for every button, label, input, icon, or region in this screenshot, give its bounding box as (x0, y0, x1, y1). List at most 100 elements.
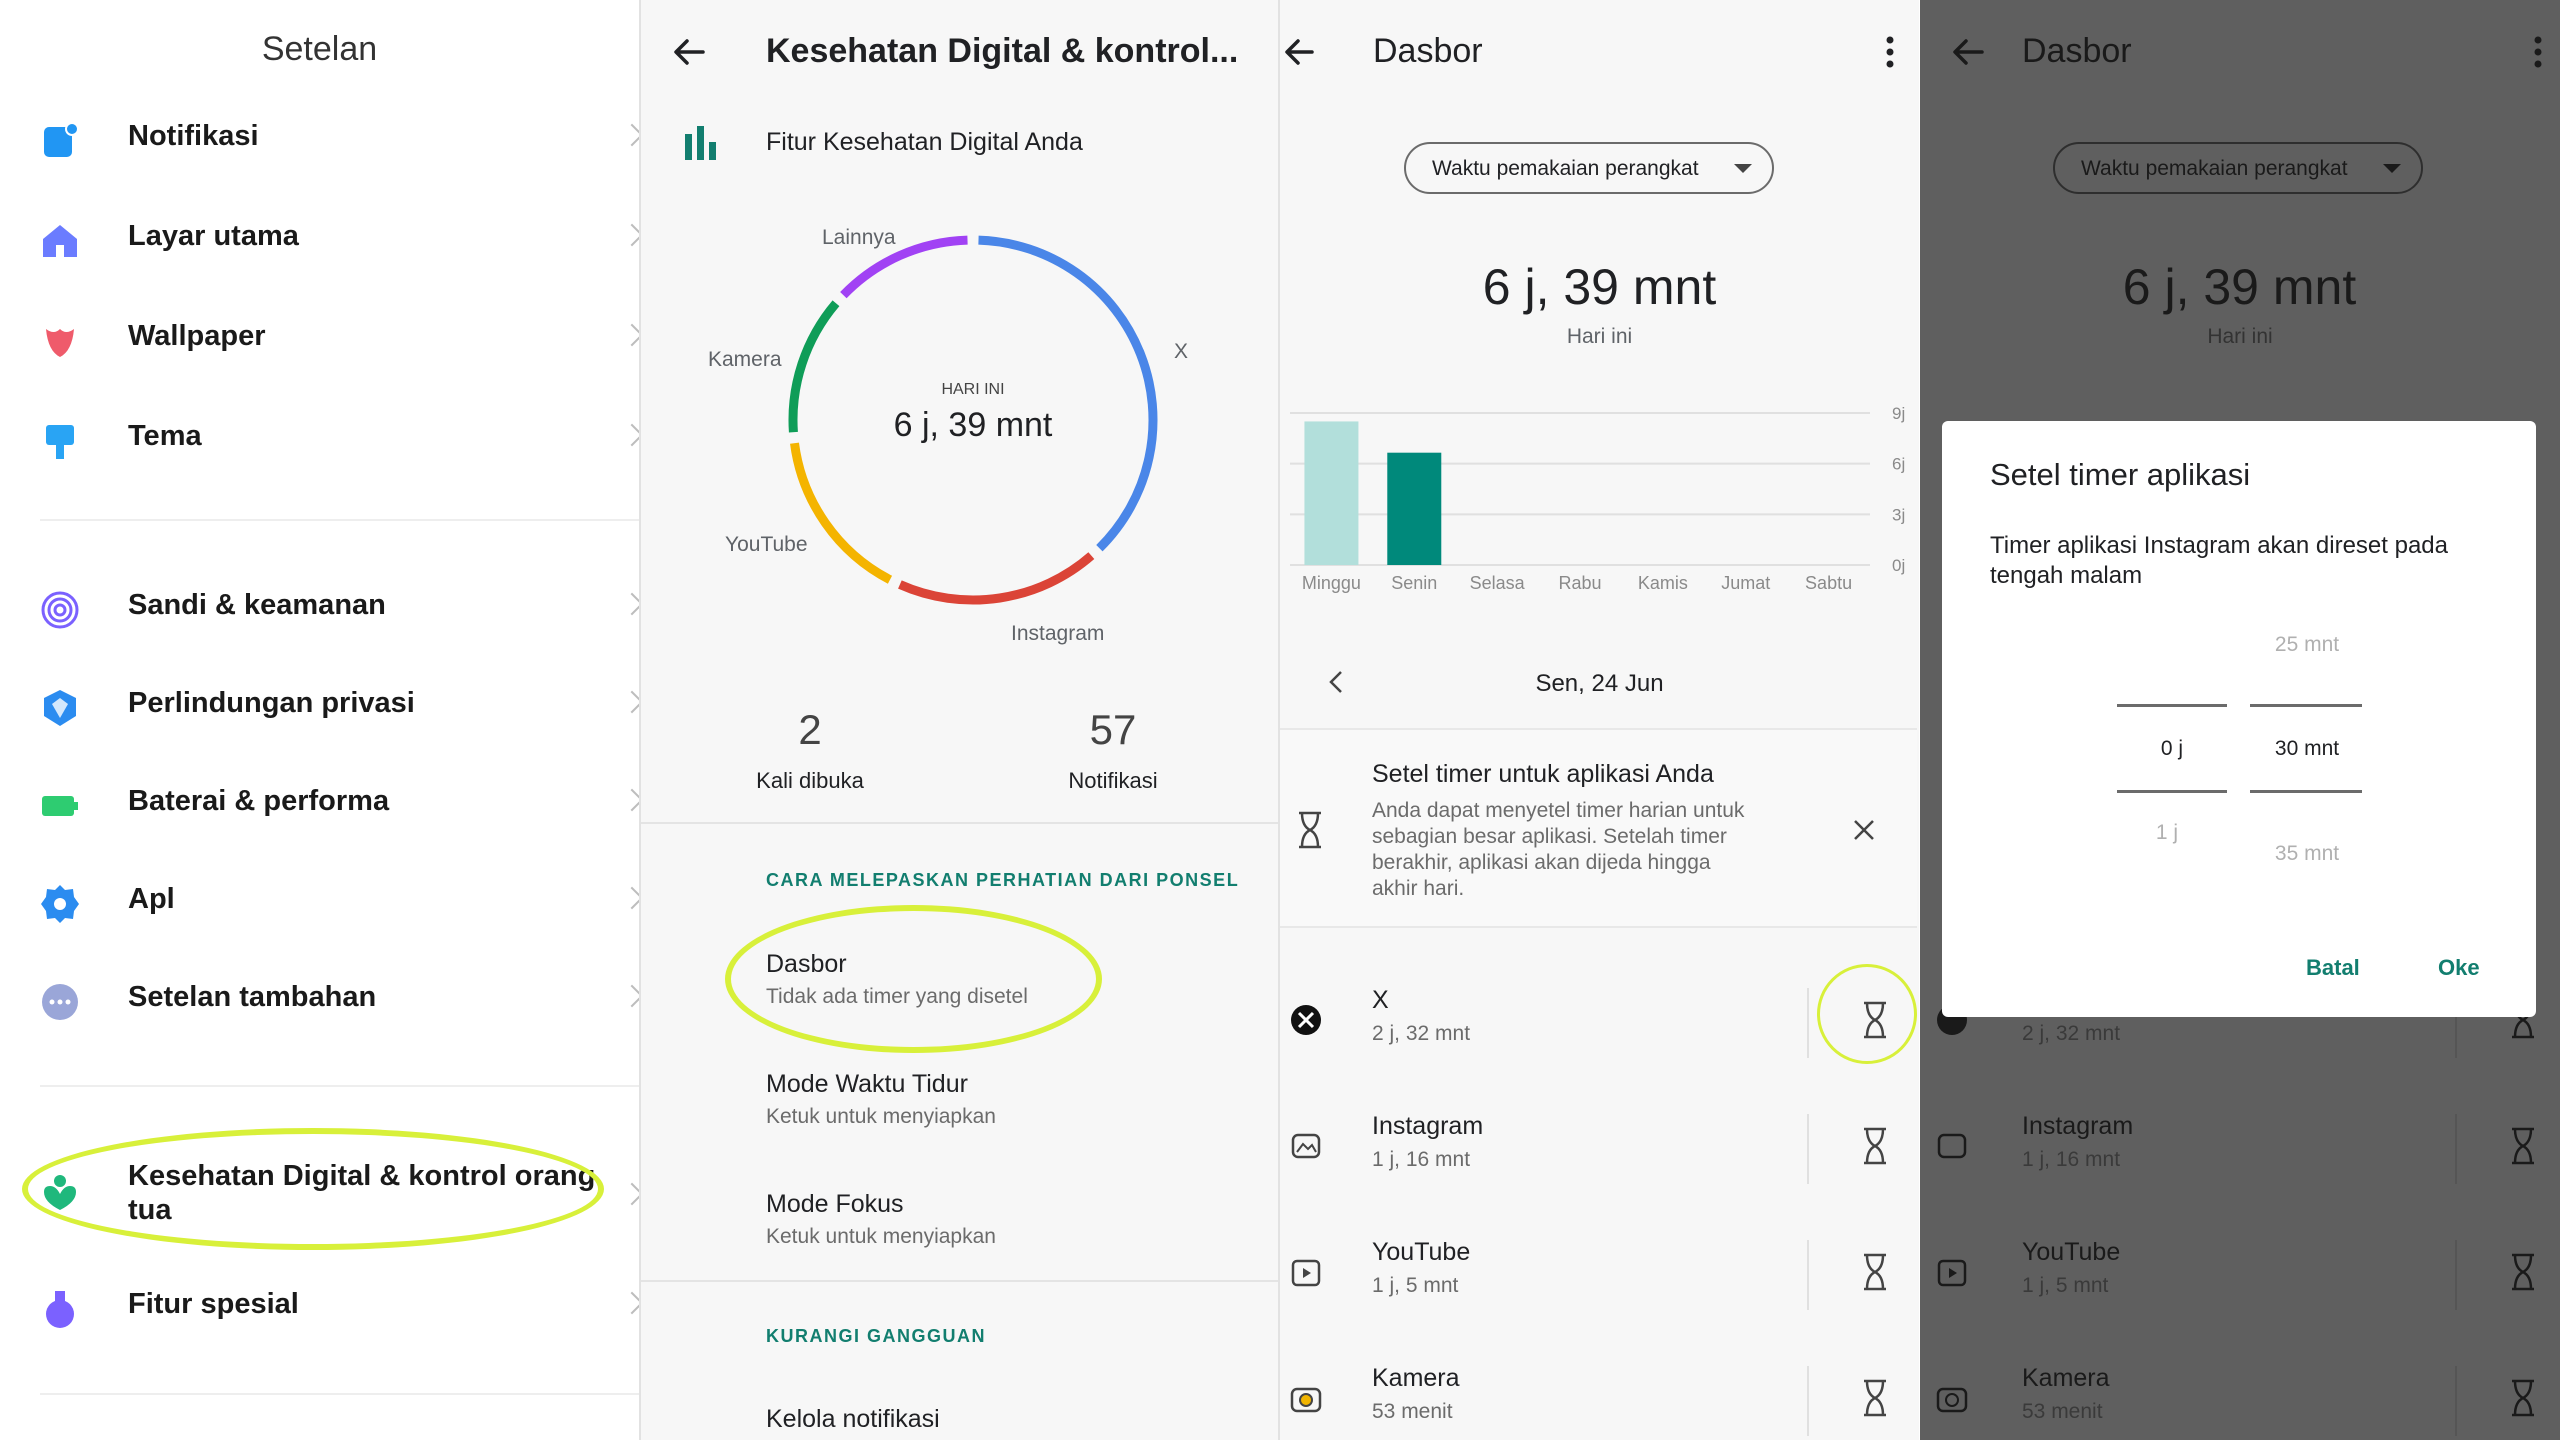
app-row-youtube[interactable]: YouTube 1 j, 5 mnt (1280, 1214, 1919, 1338)
youtube-icon (1291, 1259, 1321, 1287)
bar-minggu[interactable] (1304, 421, 1359, 565)
donut-segment-instagram[interactable] (898, 552, 1095, 605)
fingerprint-icon (41, 591, 79, 629)
total-time-caption: Hari ini (2207, 325, 2273, 348)
page-title: Kesehatan Digital & kontrol... (766, 32, 1239, 70)
settings-item-baterai[interactable]: Baterai & performa (0, 758, 639, 854)
hourglass-icon (1299, 811, 1321, 849)
app-name: YouTube (1372, 1238, 1471, 1266)
body-line: Anda dapat menyetel timer harian untuk (1372, 799, 1745, 822)
instagram-icon (1937, 1133, 1967, 1159)
hour-option-below[interactable]: 1 j (2110, 821, 2224, 845)
divider (2455, 1240, 2457, 1310)
app-name: Kamera (2022, 1364, 2110, 1392)
minute-option-below[interactable]: 35 mnt (2242, 842, 2372, 866)
close-icon[interactable] (1852, 818, 1876, 842)
divider (1807, 1240, 1809, 1310)
settings-item-wallpaper[interactable]: Wallpaper (0, 293, 639, 389)
chevron-right-icon (620, 323, 639, 347)
body-line: sebagian besar aplikasi. Setelah timer (1372, 825, 1727, 848)
hourglass-icon[interactable] (1860, 1378, 1890, 1418)
more-vert-icon (2534, 36, 2542, 68)
app-row-kamera[interactable]: Kamera 53 menit (1280, 1340, 1919, 1440)
page-title: Dasbor (1373, 32, 1483, 70)
app-time: 53 menit (2022, 1400, 2103, 1423)
row-mode-waktu-tidur[interactable]: Mode Waktu Tidur Ketuk untuk menyiapkan (641, 1060, 1278, 1160)
divider (40, 1393, 639, 1395)
settings-item-setelan-tambahan[interactable]: Setelan tambahan (0, 954, 639, 1050)
divider (2455, 1114, 2457, 1184)
cancel-button[interactable]: Batal (2306, 955, 2360, 981)
flask-icon (46, 1291, 74, 1328)
settings-item-privasi[interactable]: Perlindungan privasi (0, 660, 639, 756)
gear-icon (41, 885, 79, 923)
app-row-instagram: Instagram 1 j, 16 mnt (1920, 1088, 2559, 1212)
app-name: X (1372, 986, 1389, 1014)
app-row-kamera: Kamera 53 menit (1920, 1340, 2559, 1440)
more-vert-icon[interactable] (1884, 34, 1896, 70)
chevron-right-icon (620, 592, 639, 616)
donut-label-lainnya: Lainnya (822, 226, 896, 249)
settings-item-apl[interactable]: Apl (0, 856, 639, 952)
donut-label-youtube: YouTube (725, 533, 808, 556)
bar-chart-icon (685, 126, 716, 160)
hourglass-icon[interactable] (1860, 1126, 1890, 1166)
row-kelola-notifikasi[interactable]: Kelola notifikasi (766, 1405, 940, 1434)
app-row-instagram[interactable]: Instagram 1 j, 16 mnt (1280, 1088, 1919, 1212)
x-tick-label: Rabu (1558, 573, 1601, 593)
timer-card-title: Setel timer untuk aplikasi Anda (1372, 760, 1714, 788)
hourglass-icon (2512, 1127, 2534, 1165)
times-opened-value: 2 (798, 706, 822, 753)
settings-item-tema[interactable]: Tema (0, 393, 639, 489)
picker-line (2117, 704, 2227, 707)
highlight-oval (22, 1128, 604, 1250)
divider (1807, 1114, 1809, 1184)
dialog-title: Setel timer aplikasi (1990, 457, 2251, 492)
settings-item-layar-utama[interactable]: Layar utama (0, 193, 639, 289)
picker-line (2250, 790, 2362, 793)
row-subtitle: Ketuk untuk menyiapkan (766, 1105, 996, 1128)
timer-info-card: Setel timer untuk aplikasi Anda Anda dap… (1280, 728, 1917, 928)
dropdown-value: Waktu pemakaian perangkat (1432, 157, 1699, 180)
settings-panel: Setelan Notifikasi Layar utama Wallpaper… (0, 0, 639, 1440)
x-tick-label: Sabtu (1805, 573, 1852, 593)
hourglass-icon[interactable] (1860, 1252, 1890, 1292)
hour-selected[interactable]: 0 j (2110, 737, 2234, 761)
timer-card-body: Anda dapat menyetel timer harian untuk s… (1372, 798, 1744, 902)
shield-icon (44, 690, 76, 726)
x-tick-label: Senin (1391, 573, 1437, 593)
donut-label-instagram: Instagram (1011, 622, 1105, 645)
usage-type-dropdown[interactable]: Waktu pemakaian perangkat (1404, 142, 1774, 194)
donut-segment-kamera[interactable] (788, 300, 840, 433)
chevron-right-icon (620, 690, 639, 714)
divider (641, 1280, 1278, 1282)
settings-item-label: Fitur spesial (128, 1288, 299, 1320)
chevron-right-icon (620, 123, 639, 147)
body-line: tengah malam (1990, 562, 2143, 589)
donut-segment-youtube[interactable] (790, 442, 893, 584)
section-header: CARA MELEPASKAN PERHATIAN DARI PONSEL (766, 870, 1240, 890)
weekly-usage-chart[interactable]: 0j 3j 6j 9j Minggu Senin Selasa Rabu Kamis Jumat S… (1280, 395, 1919, 595)
ok-button[interactable]: Oke (2438, 955, 2480, 981)
app-row-x[interactable]: X 2 j, 32 mnt (1280, 962, 1919, 1086)
settings-item-notifikasi[interactable]: Notifikasi (0, 93, 639, 189)
collapse-back-icon[interactable] (1280, 32, 1318, 72)
times-opened-label: Kali dibuka (756, 768, 864, 793)
settings-item-fitur-spesial[interactable]: Fitur spesial (0, 1261, 639, 1357)
app-row-youtube: YouTube 1 j, 5 mnt (1920, 1214, 2559, 1338)
instagram-icon (1291, 1133, 1321, 1159)
minute-option-above[interactable]: 25 mnt (2242, 633, 2372, 657)
back-arrow-icon[interactable] (669, 32, 709, 72)
page-title: Dasbor (2022, 32, 2132, 70)
row-subtitle: Ketuk untuk menyiapkan (766, 1225, 996, 1248)
row-mode-fokus[interactable]: Mode Fokus Ketuk untuk menyiapkan (641, 1180, 1278, 1280)
minute-selected[interactable]: 30 mnt (2242, 737, 2372, 761)
app-name: Instagram (1372, 1112, 1484, 1140)
bar-senin[interactable] (1387, 452, 1442, 565)
settings-item-label: Sandi & keamanan (128, 589, 386, 621)
total-time: 6 j, 39 mnt (1482, 259, 1717, 315)
x-tick-label: Selasa (1470, 573, 1526, 593)
app-time: 1 j, 16 mnt (2022, 1148, 2121, 1171)
settings-item-sandi[interactable]: Sandi & keamanan (0, 562, 639, 658)
app-time: 53 menit (1372, 1400, 1453, 1423)
